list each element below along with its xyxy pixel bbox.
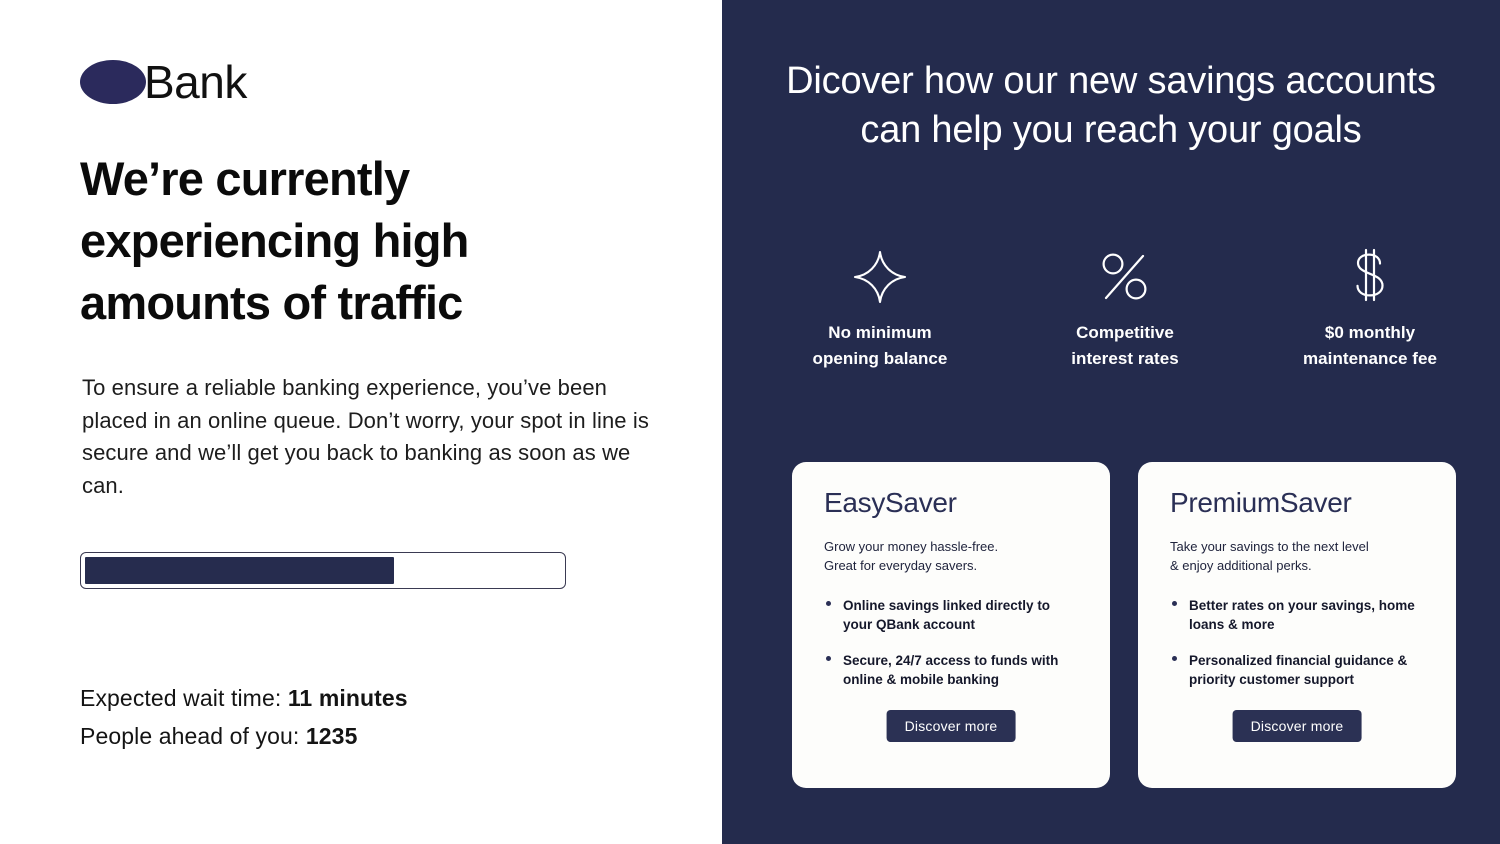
dollar-sign-icon [1270,248,1470,306]
list-item: Online savings linked directly to your Q… [824,596,1078,635]
card-benefit-list: Better rates on your savings, home loans… [1170,596,1424,706]
feature-zero-monthly-fee: $0 monthly maintenance fee [1270,248,1470,373]
qbank-ellipse-logo-icon [80,60,146,104]
people-ahead-value: 1235 [305,722,358,749]
queue-description: To ensure a reliable banking experience,… [82,375,649,498]
card-title: EasySaver [824,487,957,518]
discover-more-button-premiumsaver[interactable]: Discover more [1232,710,1362,742]
promo-heading: Dicover how our new savings accounts can… [786,60,1436,152]
bullet-dot-icon [1172,655,1177,661]
queue-progress-bar [80,552,566,589]
page-title: We’re currently experiencing high amount… [80,152,469,330]
list-item-text: Better rates on your savings, home loans… [1189,597,1415,633]
card-benefit-list: Online savings linked directly to your Q… [824,596,1078,706]
people-ahead-label: People ahead of you: [80,722,306,749]
expected-wait-time-value: 11 minutes [287,685,408,711]
bullet-dot-icon [826,600,831,606]
product-card-premiumsaver[interactable]: PremiumSaver Take your savings to the ne… [1138,462,1456,788]
queue-stats: Expected wait time: 11 minutes People ah… [80,680,408,756]
list-item: Personalized financial guidance & priori… [1170,651,1424,690]
card-title: PremiumSaver [1170,487,1352,518]
people-ahead-row: People ahead of you: 1235 [80,718,408,756]
card-subtitle: Grow your money hassle-free. Great for e… [824,538,999,574]
queue-progress-fill [85,557,395,584]
discover-more-button-easysaver[interactable]: Discover more [886,710,1016,742]
bullet-dot-icon [826,655,831,661]
brand-logo[interactable]: Bank [80,59,247,105]
product-card-list: EasySaver Grow your money hassle-free. G… [792,462,1456,788]
list-item-text: Secure, 24/7 access to funds with online… [843,652,1059,688]
promo-panel: Dicover how our new savings accounts can… [722,0,1500,844]
left-panel: Bank We’re currently experiencing high a… [0,0,722,844]
feature-list: No minimum opening balance Competitive i… [780,248,1470,373]
queue-page: Bank We’re currently experiencing high a… [0,0,1500,844]
card-subtitle: Take your savings to the next level & en… [1170,538,1369,574]
list-item: Better rates on your savings, home loans… [1170,596,1424,635]
sparkle-star-icon [780,248,980,306]
feature-label: $0 monthly maintenance fee [1303,323,1437,369]
percent-icon [1025,248,1225,306]
feature-label: Competitive interest rates [1071,323,1179,369]
brand-wordmark: Bank [144,56,247,108]
list-item: Secure, 24/7 access to funds with online… [824,651,1078,690]
feature-competitive-rates: Competitive interest rates [1025,248,1225,373]
list-item-text: Online savings linked directly to your Q… [843,597,1051,633]
bullet-dot-icon [1172,600,1177,606]
feature-no-minimum-balance: No minimum opening balance [780,248,980,373]
list-item-text: Personalized financial guidance & priori… [1189,652,1408,688]
expected-wait-time-label: Expected wait time: [80,685,288,711]
product-card-easysaver[interactable]: EasySaver Grow your money hassle-free. G… [792,462,1110,788]
expected-wait-time-row: Expected wait time: 11 minutes [80,680,408,718]
feature-label: No minimum opening balance [812,323,948,369]
